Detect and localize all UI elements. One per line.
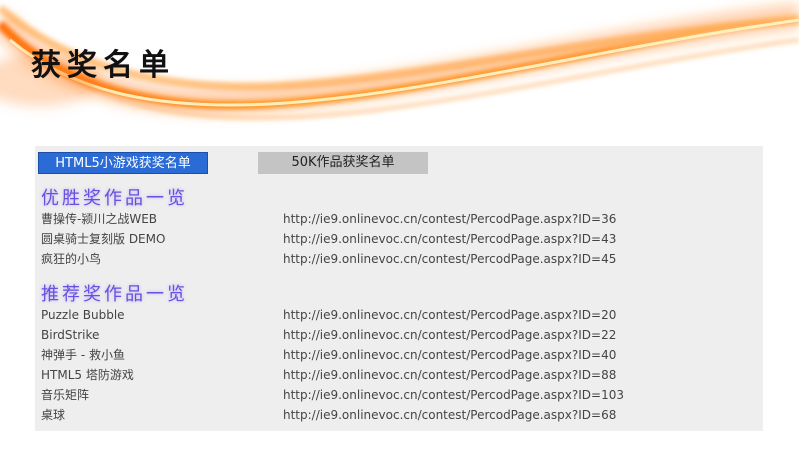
section-heading-excellence-awards: 优胜奖作品一览 [41,188,188,209]
entry-name: 曹操传-颍川之战WEB [41,212,158,226]
entry-name: 音乐矩阵 [41,388,90,402]
award-entry: 神弹手 - 救小鱼 http://ie9.onlinevoc.cn/contes… [41,345,757,365]
entry-name: 神弹手 - 救小鱼 [41,348,125,362]
award-list-panel: HTML5小游戏获奖名单 50K作品获奖名单 优胜奖作品一览 曹操传-颍川之战W… [35,146,763,431]
award-entry: Puzzle Bubble http://ie9.onlinevoc.cn/co… [41,305,757,325]
entry-name: Puzzle Bubble [41,308,125,322]
award-entry: 疯狂的小鸟 http://ie9.onlinevoc.cn/contest/Pe… [41,249,757,269]
entry-link[interactable]: http://ie9.onlinevoc.cn/contest/PercodPa… [283,385,624,405]
entry-name: 圆桌骑士复刻版 DEMO [41,232,166,246]
page-title: 获奖名单 [31,48,175,83]
entry-name: HTML5 塔防游戏 [41,368,134,382]
award-entry: 圆桌骑士复刻版 DEMO http://ie9.onlinevoc.cn/con… [41,229,757,249]
award-entry: HTML5 塔防游戏 http://ie9.onlinevoc.cn/conte… [41,365,757,385]
entry-link[interactable]: http://ie9.onlinevoc.cn/contest/PercodPa… [283,209,616,229]
entry-name: 疯狂的小鸟 [41,252,102,266]
section-heading-recommended-awards: 推荐奖作品一览 [41,284,188,305]
entry-link[interactable]: http://ie9.onlinevoc.cn/contest/PercodPa… [283,305,616,325]
tab-html5-game-awards[interactable]: HTML5小游戏获奖名单 [38,152,208,174]
award-entry: 桌球 http://ie9.onlinevoc.cn/contest/Perco… [41,405,757,425]
entry-link[interactable]: http://ie9.onlinevoc.cn/contest/PercodPa… [283,249,616,269]
award-entry: 音乐矩阵 http://ie9.onlinevoc.cn/contest/Per… [41,385,757,405]
entry-link[interactable]: http://ie9.onlinevoc.cn/contest/PercodPa… [283,345,616,365]
award-entry: BirdStrike http://ie9.onlinevoc.cn/conte… [41,325,757,345]
entry-link[interactable]: http://ie9.onlinevoc.cn/contest/PercodPa… [283,325,616,345]
entry-name: BirdStrike [41,328,100,342]
award-entry: 曹操传-颍川之战WEB http://ie9.onlinevoc.cn/cont… [41,209,757,229]
entry-link[interactable]: http://ie9.onlinevoc.cn/contest/PercodPa… [283,405,616,425]
entry-link[interactable]: http://ie9.onlinevoc.cn/contest/PercodPa… [283,365,616,385]
entry-name: 桌球 [41,408,66,422]
tab-50k-awards[interactable]: 50K作品获奖名单 [258,152,428,174]
entry-link[interactable]: http://ie9.onlinevoc.cn/contest/PercodPa… [283,229,616,249]
